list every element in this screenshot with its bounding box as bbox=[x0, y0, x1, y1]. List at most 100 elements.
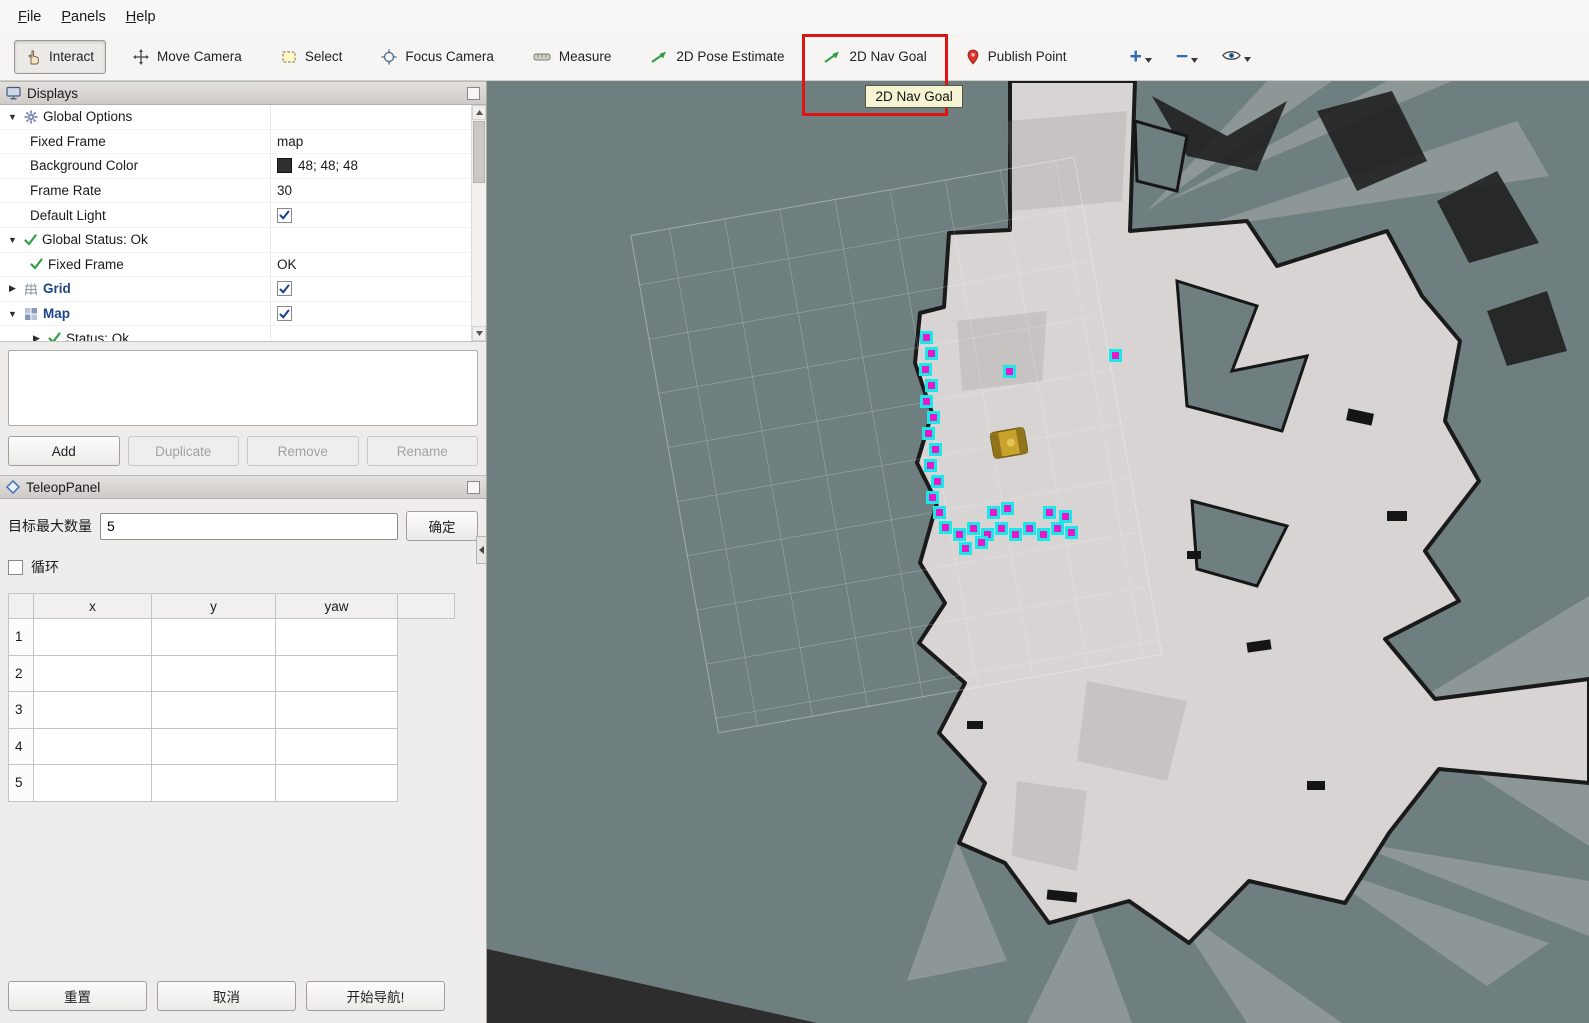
tree-row-label: Fixed Frame bbox=[48, 257, 124, 272]
tree-row-label: Grid bbox=[43, 281, 71, 296]
add-button[interactable]: Add bbox=[8, 436, 120, 466]
tool-select[interactable]: Select bbox=[269, 40, 355, 74]
table-cell-yaw-4[interactable] bbox=[276, 728, 398, 765]
tree-row-value[interactable]: 48; 48; 48 bbox=[270, 154, 486, 178]
rename-button[interactable]: Rename bbox=[367, 436, 479, 466]
max-goals-label: 目标最大数量 bbox=[8, 516, 92, 536]
enable-checkbox[interactable] bbox=[277, 208, 292, 223]
toolbar-extra-tools: +− bbox=[1130, 48, 1252, 66]
tree-row-status-ok[interactable]: ▶ Status: Ok bbox=[0, 326, 486, 342]
tool-focus-camera[interactable]: Focus Camera bbox=[369, 40, 506, 74]
enable-checkbox[interactable] bbox=[277, 281, 292, 296]
select-box-icon bbox=[281, 49, 297, 65]
table-cell-x-4[interactable] bbox=[34, 728, 152, 765]
remove-button[interactable]: Remove bbox=[247, 436, 359, 466]
expander-icon[interactable]: ▶ bbox=[30, 333, 43, 342]
loop-label: 循环 bbox=[31, 557, 59, 577]
tool-label: Focus Camera bbox=[405, 49, 494, 64]
tree-row-global-status-ok[interactable]: ▼Global Status: Ok bbox=[0, 228, 486, 253]
table-cell-y-3[interactable] bbox=[152, 692, 276, 729]
table-cell-y-1[interactable] bbox=[152, 619, 276, 656]
tree-row-grid[interactable]: ▶ Grid bbox=[0, 277, 486, 302]
table-cell-x-1[interactable] bbox=[34, 619, 152, 656]
tool-publish-point[interactable]: Publish Point bbox=[954, 40, 1079, 74]
remove-tool-button[interactable]: − bbox=[1176, 48, 1198, 66]
tree-row-label: Default Light bbox=[30, 208, 106, 223]
table-cell-yaw-2[interactable] bbox=[276, 655, 398, 692]
table-cell-yaw-1[interactable] bbox=[276, 619, 398, 656]
table-cell-yaw-5[interactable] bbox=[276, 765, 398, 802]
tool-measure[interactable]: Measure bbox=[521, 40, 624, 74]
teleop-panel-title: TeleopPanel bbox=[26, 480, 100, 495]
column-header-x[interactable]: x bbox=[34, 594, 152, 619]
duplicate-button[interactable]: Duplicate bbox=[128, 436, 240, 466]
cancel-button[interactable]: 取消 bbox=[157, 981, 296, 1011]
tree-row-label: Global Options bbox=[43, 109, 132, 124]
tree-row-background-color[interactable]: Background Color48; 48; 48 bbox=[0, 154, 486, 179]
tree-row-frame-rate[interactable]: Frame Rate 30 bbox=[0, 179, 486, 204]
table-cell-x-3[interactable] bbox=[34, 692, 152, 729]
color-swatch[interactable] bbox=[277, 158, 292, 173]
reset-button[interactable]: 重置 bbox=[8, 981, 147, 1011]
max-goals-input[interactable] bbox=[100, 513, 398, 540]
tree-row-global-options[interactable]: ▼ Global Options bbox=[0, 105, 486, 130]
loop-checkbox[interactable] bbox=[8, 560, 23, 575]
table-row-filler bbox=[398, 692, 455, 729]
column-header-y[interactable]: y bbox=[152, 594, 276, 619]
3d-viewport[interactable] bbox=[487, 81, 1589, 1023]
robot-marker bbox=[990, 427, 1028, 459]
tree-row-value[interactable] bbox=[270, 302, 486, 326]
confirm-button[interactable]: 确定 bbox=[406, 511, 478, 541]
panel-float-button[interactable] bbox=[467, 481, 480, 494]
tool-interact[interactable]: Interact bbox=[14, 40, 106, 74]
table-cell-y-5[interactable] bbox=[152, 765, 276, 802]
table-cell-y-2[interactable] bbox=[152, 655, 276, 692]
column-header-yaw[interactable]: yaw bbox=[276, 594, 398, 619]
teleop-panel-titlebar[interactable]: TeleopPanel bbox=[0, 475, 486, 499]
table-header-filler bbox=[398, 594, 455, 619]
tool-label: Select bbox=[305, 49, 343, 64]
expander-icon[interactable]: ▶ bbox=[6, 283, 19, 294]
tree-row-value[interactable]: 30 bbox=[270, 179, 486, 203]
table-row-filler bbox=[398, 728, 455, 765]
tool-move-camera[interactable]: Move Camera bbox=[121, 40, 254, 74]
table-cell-yaw-3[interactable] bbox=[276, 692, 398, 729]
goals-table: xyyaw 12345 bbox=[8, 593, 455, 802]
tree-row-fixed-frame[interactable]: Fixed Frame OK bbox=[0, 253, 486, 278]
table-cell-x-2[interactable] bbox=[34, 655, 152, 692]
tree-row-label: Frame Rate bbox=[30, 183, 101, 198]
tree-row-value[interactable]: OK bbox=[270, 253, 486, 277]
start-nav-button[interactable]: 开始导航! bbox=[306, 981, 445, 1011]
tool-2d-pose-estimate[interactable]: 2D Pose Estimate bbox=[638, 40, 796, 74]
table-cell-y-4[interactable] bbox=[152, 728, 276, 765]
measure-ruler-icon bbox=[533, 50, 551, 64]
scrollbar-thumb[interactable] bbox=[473, 121, 485, 183]
panel-float-button[interactable] bbox=[467, 87, 480, 100]
tree-row-default-light[interactable]: Default Light bbox=[0, 203, 486, 228]
menu-help[interactable]: Help bbox=[116, 4, 166, 30]
scroll-down-icon[interactable] bbox=[472, 326, 486, 341]
menu-panels[interactable]: Panels bbox=[51, 4, 115, 30]
tool-properties-button[interactable] bbox=[1222, 49, 1251, 65]
tree-row-value[interactable] bbox=[270, 277, 486, 301]
check-icon bbox=[30, 258, 43, 270]
tool-2d-nav-goal[interactable]: 2D Nav Goal bbox=[811, 40, 938, 74]
tool-label: Move Camera bbox=[157, 49, 242, 64]
scroll-up-icon[interactable] bbox=[472, 105, 486, 120]
tree-row-fixed-frame[interactable]: Fixed Framemap bbox=[0, 130, 486, 155]
expander-icon[interactable]: ▼ bbox=[6, 235, 19, 245]
add-tool-button[interactable]: + bbox=[1130, 48, 1152, 66]
tree-row-map[interactable]: ▼Map bbox=[0, 302, 486, 327]
table-cell-x-5[interactable] bbox=[34, 765, 152, 802]
tree-scrollbar[interactable] bbox=[471, 105, 486, 341]
expander-icon[interactable]: ▼ bbox=[6, 112, 19, 122]
tree-row-value[interactable]: map bbox=[270, 130, 486, 154]
menu-file[interactable]: File bbox=[8, 4, 51, 30]
panel-collapse-handle[interactable] bbox=[476, 536, 486, 564]
enable-checkbox[interactable] bbox=[277, 306, 292, 321]
tree-row-label: Status: Ok bbox=[66, 331, 129, 342]
expander-icon[interactable]: ▼ bbox=[6, 309, 19, 319]
tree-row-value[interactable] bbox=[270, 203, 486, 227]
displays-panel-titlebar[interactable]: Displays bbox=[0, 81, 486, 105]
menu-bar: FilePanelsHelp bbox=[0, 0, 1589, 33]
